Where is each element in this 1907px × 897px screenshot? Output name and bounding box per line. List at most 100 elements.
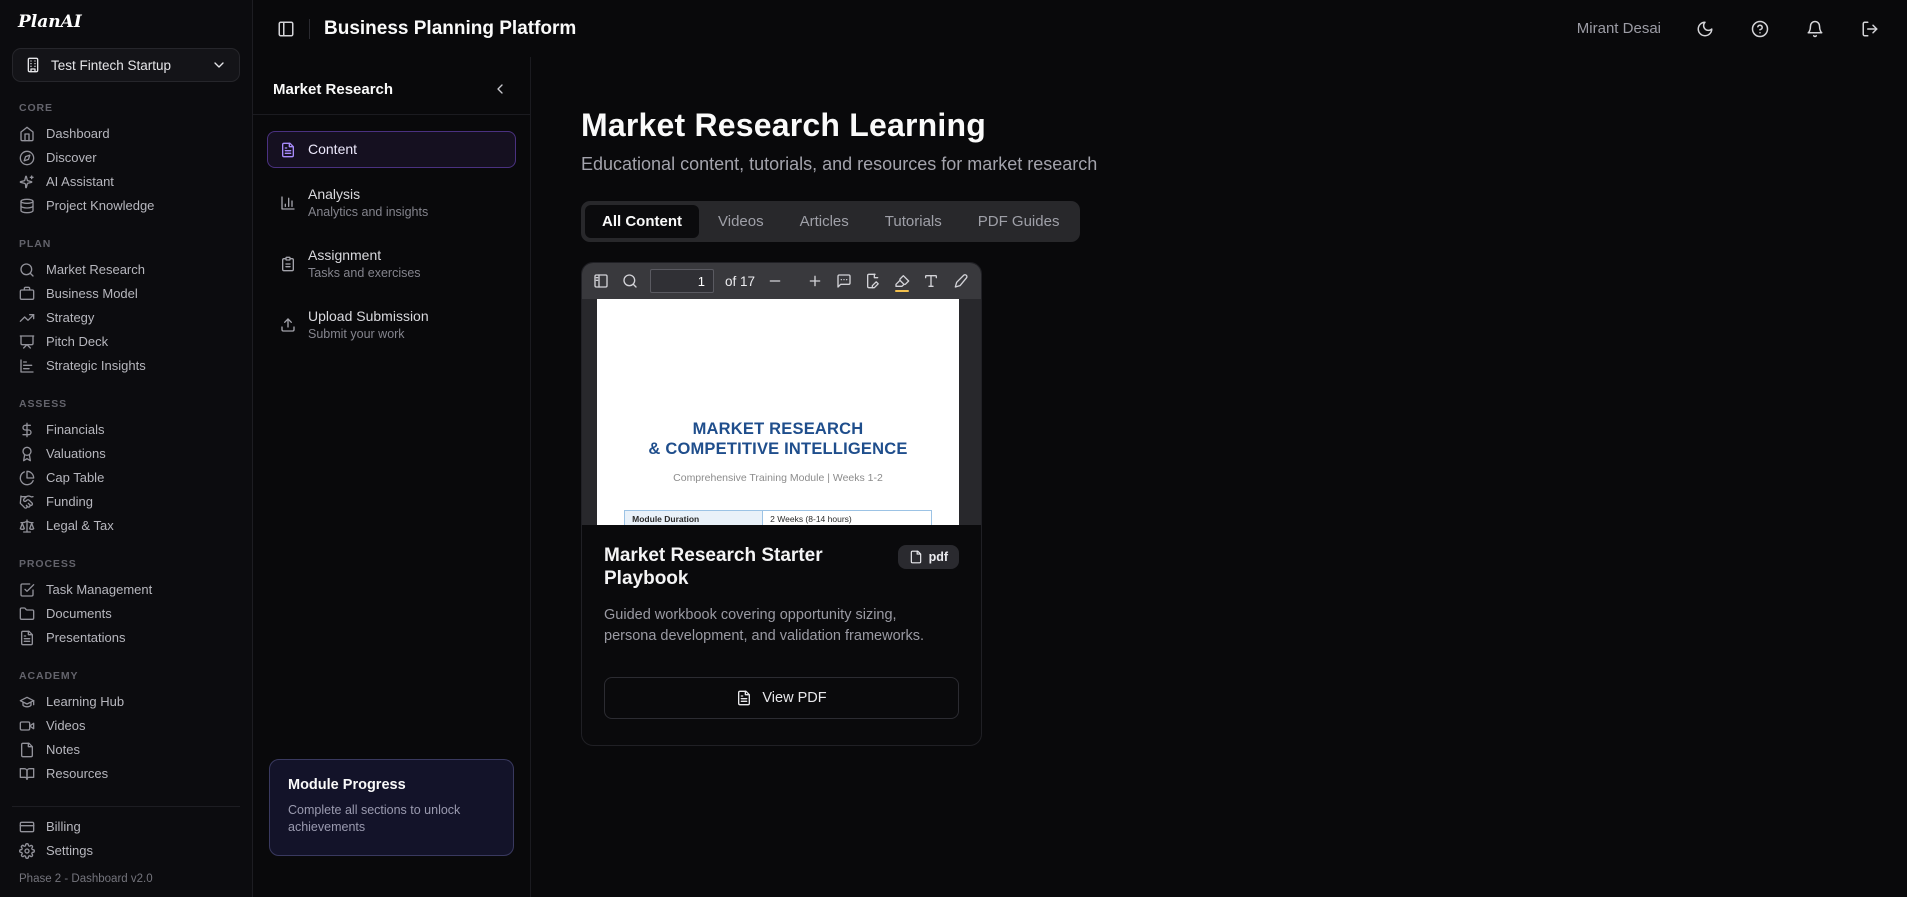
sidebar-item-label: Pitch Deck (46, 334, 109, 349)
sidebar-item-resources[interactable]: Resources (12, 762, 240, 786)
pdf-zoom-out-button[interactable] (766, 272, 784, 290)
sidebar-item-presentations[interactable]: Presentations (12, 626, 240, 650)
app-version: Phase 2 - Dashboard v2.0 (19, 873, 153, 885)
sidebar-item-learning-hub[interactable]: Learning Hub (12, 690, 240, 714)
book-open-icon (19, 768, 35, 780)
panel-left-icon (278, 21, 294, 36)
search-icon (623, 274, 637, 288)
bell-button[interactable] (1804, 18, 1826, 40)
file-icon (910, 550, 921, 564)
sidebar-item-funding[interactable]: Funding (12, 490, 240, 514)
moon-button[interactable] (1694, 18, 1716, 40)
sidebar-item-label: Dashboard (46, 126, 110, 141)
sidebar-item-settings[interactable]: Settings (12, 839, 240, 863)
home-icon (20, 126, 34, 142)
file-text-icon (282, 142, 294, 157)
pdf-search-button[interactable] (621, 272, 639, 290)
logout-button[interactable] (1859, 18, 1881, 40)
compass-icon (19, 150, 35, 166)
view-pdf-button[interactable]: View PDF (604, 676, 959, 719)
briefcase-icon (19, 286, 35, 300)
sidebar-item-label: Valuations (46, 446, 106, 461)
help-circle-button[interactable] (1749, 18, 1771, 40)
workspace-selector[interactable]: Test Fintech Startup (12, 48, 240, 82)
pdf-text-tool-button[interactable] (922, 272, 940, 290)
pdf-zoom-in-button[interactable] (806, 272, 824, 290)
module-progress-subtitle: Complete all sections to unlock achievem… (288, 803, 461, 835)
sidebar-item-business-model[interactable]: Business Model (12, 282, 240, 306)
zoom-in-icon (809, 275, 821, 287)
sidebar-item-dashboard[interactable]: Dashboard (12, 122, 240, 146)
zoom-out-icon (769, 280, 781, 282)
sidebar-item-label: Strategic Insights (46, 358, 146, 373)
pdf-sidebar-toggle-button[interactable] (592, 272, 610, 290)
sidebar-item-market-research[interactable]: Market Research (12, 258, 240, 282)
sidebar-item-strategic-insights[interactable]: Strategic Insights (12, 354, 240, 378)
sidebar-section-academy: ACADEMY Learning Hub Videos Notes Resources (12, 670, 240, 786)
sidebar-toggle-button[interactable] (273, 16, 299, 42)
sparkles-icon (19, 175, 34, 189)
bar-chart-horizontal-icon (20, 359, 34, 373)
sidebar-section-label: ASSESS (19, 398, 67, 410)
sidebar-item-label: Learning Hub (46, 694, 125, 709)
panel-item-analysis[interactable]: Analysis Analytics and insights (267, 176, 516, 229)
pdf-signature-button[interactable] (864, 272, 882, 290)
signature-icon (867, 273, 879, 289)
sidebar-item-label: AI Assistant (46, 174, 114, 189)
upload-icon (281, 317, 295, 332)
pdf-doc-title: MARKET RESEARCH & COMPETITIVE INTELLIGEN… (648, 420, 908, 459)
video-icon (19, 721, 35, 731)
dollar-icon (22, 422, 32, 438)
tab-videos[interactable]: Videos (701, 205, 781, 238)
sidebar-item-notes[interactable]: Notes (12, 738, 240, 762)
pdf-highlighter-button[interactable] (893, 272, 911, 292)
sidebar-item-label: Cap Table (46, 470, 105, 485)
sidebar-item-financials[interactable]: Financials (12, 418, 240, 442)
sidebar-item-discover[interactable]: Discover (12, 146, 240, 170)
tab-articles[interactable]: Articles (783, 205, 866, 238)
panel-item-content[interactable]: Content (267, 131, 516, 168)
pdf-page-total: of 17 (725, 273, 756, 289)
pdf-image-button[interactable] (980, 272, 981, 290)
sidebar-section-core: CORE Dashboard Discover AI Assistant Project… (12, 102, 240, 218)
tab-tutorials[interactable]: Tutorials (868, 205, 959, 238)
panel-collapse-button[interactable] (490, 79, 510, 99)
sidebar-item-project-knowledge[interactable]: Project Knowledge (12, 194, 240, 218)
pdf-comment-button[interactable] (835, 272, 853, 290)
sidebar-item-ai-assistant[interactable]: AI Assistant (12, 170, 240, 194)
logout-icon (1862, 21, 1878, 36)
sidebar-item-billing[interactable]: Billing (12, 815, 240, 839)
sidebar-item-pitch-deck[interactable]: Pitch Deck (12, 330, 240, 354)
sidebar-section-label: PROCESS (19, 558, 77, 570)
sidebar-item-videos[interactable]: Videos (12, 714, 240, 738)
sidebar-bottom: Billing Settings Phase 2 - Dashboard v2.0 (12, 806, 240, 887)
sidebar-item-strategy[interactable]: Strategy (12, 306, 240, 330)
folder-icon (19, 607, 35, 620)
sidebar-item-cap-table[interactable]: Cap Table (12, 466, 240, 490)
database-icon (20, 198, 34, 214)
moon-icon (1697, 21, 1713, 36)
header-actions: Mirant Desai (1577, 18, 1881, 40)
pie-chart-icon (19, 470, 35, 486)
tab-pdf-guides[interactable]: PDF Guides (961, 205, 1077, 238)
sidebar-item-task-management[interactable]: Task Management (12, 578, 240, 602)
sidebar-item-documents[interactable]: Documents (12, 602, 240, 626)
user-name[interactable]: Mirant Desai (1577, 20, 1661, 37)
sidebar-item-legal-tax[interactable]: Legal & Tax (12, 514, 240, 538)
panel-item-title: Analysis (308, 186, 361, 202)
sidebar-item-label: Strategy (46, 310, 95, 325)
pdf-pen-button[interactable] (951, 272, 969, 290)
bar-chart-icon (281, 195, 295, 210)
module-panel-title: Market Research (273, 80, 394, 98)
panel-item-upload-submission[interactable]: Upload Submission Submit your work (267, 298, 516, 351)
handshake-icon (19, 495, 34, 509)
sidebar-nav: CORE Dashboard Discover AI Assistant Project… (12, 82, 240, 786)
panel-item-assignment[interactable]: Assignment Tasks and exercises (267, 237, 516, 290)
card-body: Market Research Starter Playbook pdf Gui… (582, 525, 981, 745)
tab-all-content[interactable]: All Content (585, 205, 699, 238)
content-tabs: All Content Videos Articles Tutorials PDF Gu… (581, 201, 1081, 242)
sidebar-section-label: PLAN (19, 238, 52, 250)
sidebar-item-valuations[interactable]: Valuations (12, 442, 240, 466)
sidebar-item-label: Business Model (46, 286, 138, 301)
pdf-page-input[interactable] (650, 269, 714, 293)
